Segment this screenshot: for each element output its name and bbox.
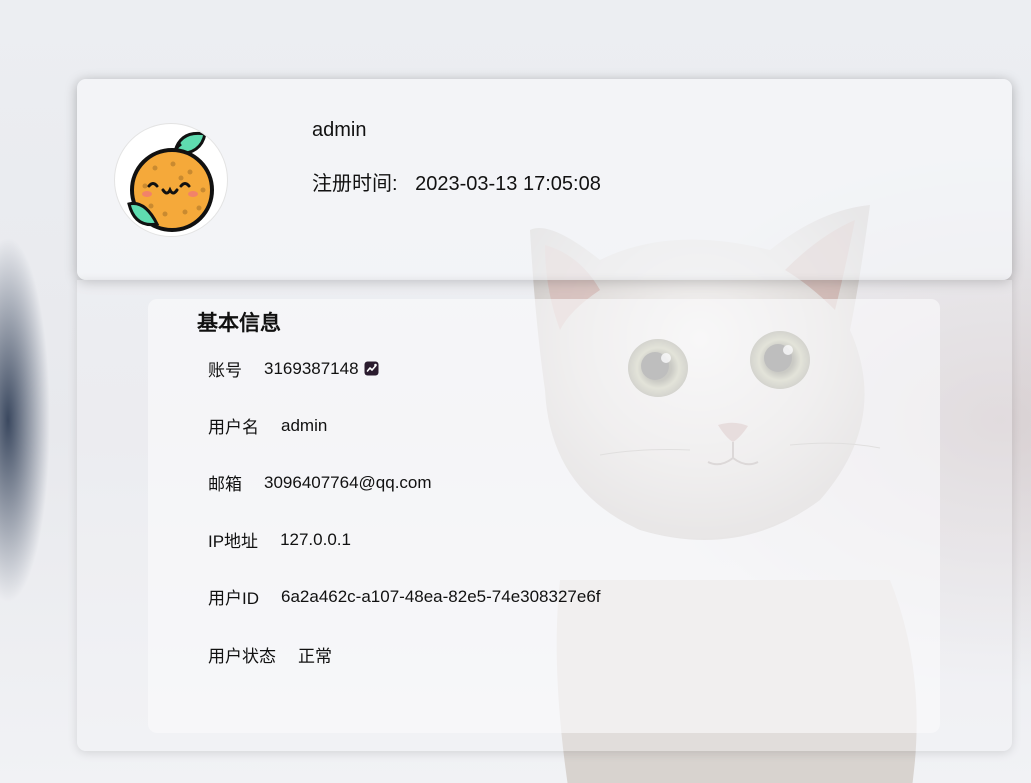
profile-card: admin 注册时间: 2023-03-13 17:05:08 bbox=[77, 79, 1012, 280]
avatar[interactable] bbox=[114, 123, 228, 237]
info-value-username: admin bbox=[281, 415, 328, 435]
info-row-username: 用户名 admin bbox=[208, 413, 327, 438]
info-row-email: 邮箱 3096407764@qq.com bbox=[208, 470, 432, 495]
info-value-user-id: 6a2a462c-a107-48ea-82e5-74e308327e6f bbox=[281, 586, 601, 606]
orange-mascot-icon bbox=[127, 131, 214, 232]
info-row-ip: IP地址 127.0.0.1 bbox=[208, 527, 351, 552]
info-key-status: 用户状态 bbox=[208, 647, 276, 666]
info-value-status: 正常 bbox=[298, 647, 332, 666]
basic-info-card: 基本信息 账号 3169387148 用户名 admin 邮箱 30964077… bbox=[148, 299, 940, 733]
info-row-status: 用户状态 正常 bbox=[208, 642, 332, 667]
info-row-user-id: 用户ID 6a2a462c-a107-48ea-82e5-74e308327e6… bbox=[208, 584, 601, 609]
info-key-username: 用户名 bbox=[208, 418, 259, 437]
register-time-row: 注册时间: 2023-03-13 17:05:08 bbox=[312, 167, 601, 196]
profile-username: admin bbox=[312, 119, 367, 141]
info-value-account: 3169387148 bbox=[264, 358, 359, 378]
register-time-value: 2023-03-13 17:05:08 bbox=[415, 173, 601, 195]
info-row-account: 账号 3169387148 bbox=[208, 356, 379, 381]
qq-brand-icon[interactable] bbox=[364, 361, 379, 376]
info-key-email: 邮箱 bbox=[208, 475, 242, 494]
info-value-email: 3096407764@qq.com bbox=[264, 472, 432, 492]
info-key-account: 账号 bbox=[208, 361, 242, 380]
info-key-user-id: 用户ID bbox=[208, 589, 259, 608]
info-key-ip: IP地址 bbox=[208, 532, 259, 551]
info-value-ip: 127.0.0.1 bbox=[280, 529, 351, 549]
basic-info-title: 基本信息 bbox=[197, 312, 281, 335]
register-time-label: 注册时间: bbox=[312, 173, 398, 195]
